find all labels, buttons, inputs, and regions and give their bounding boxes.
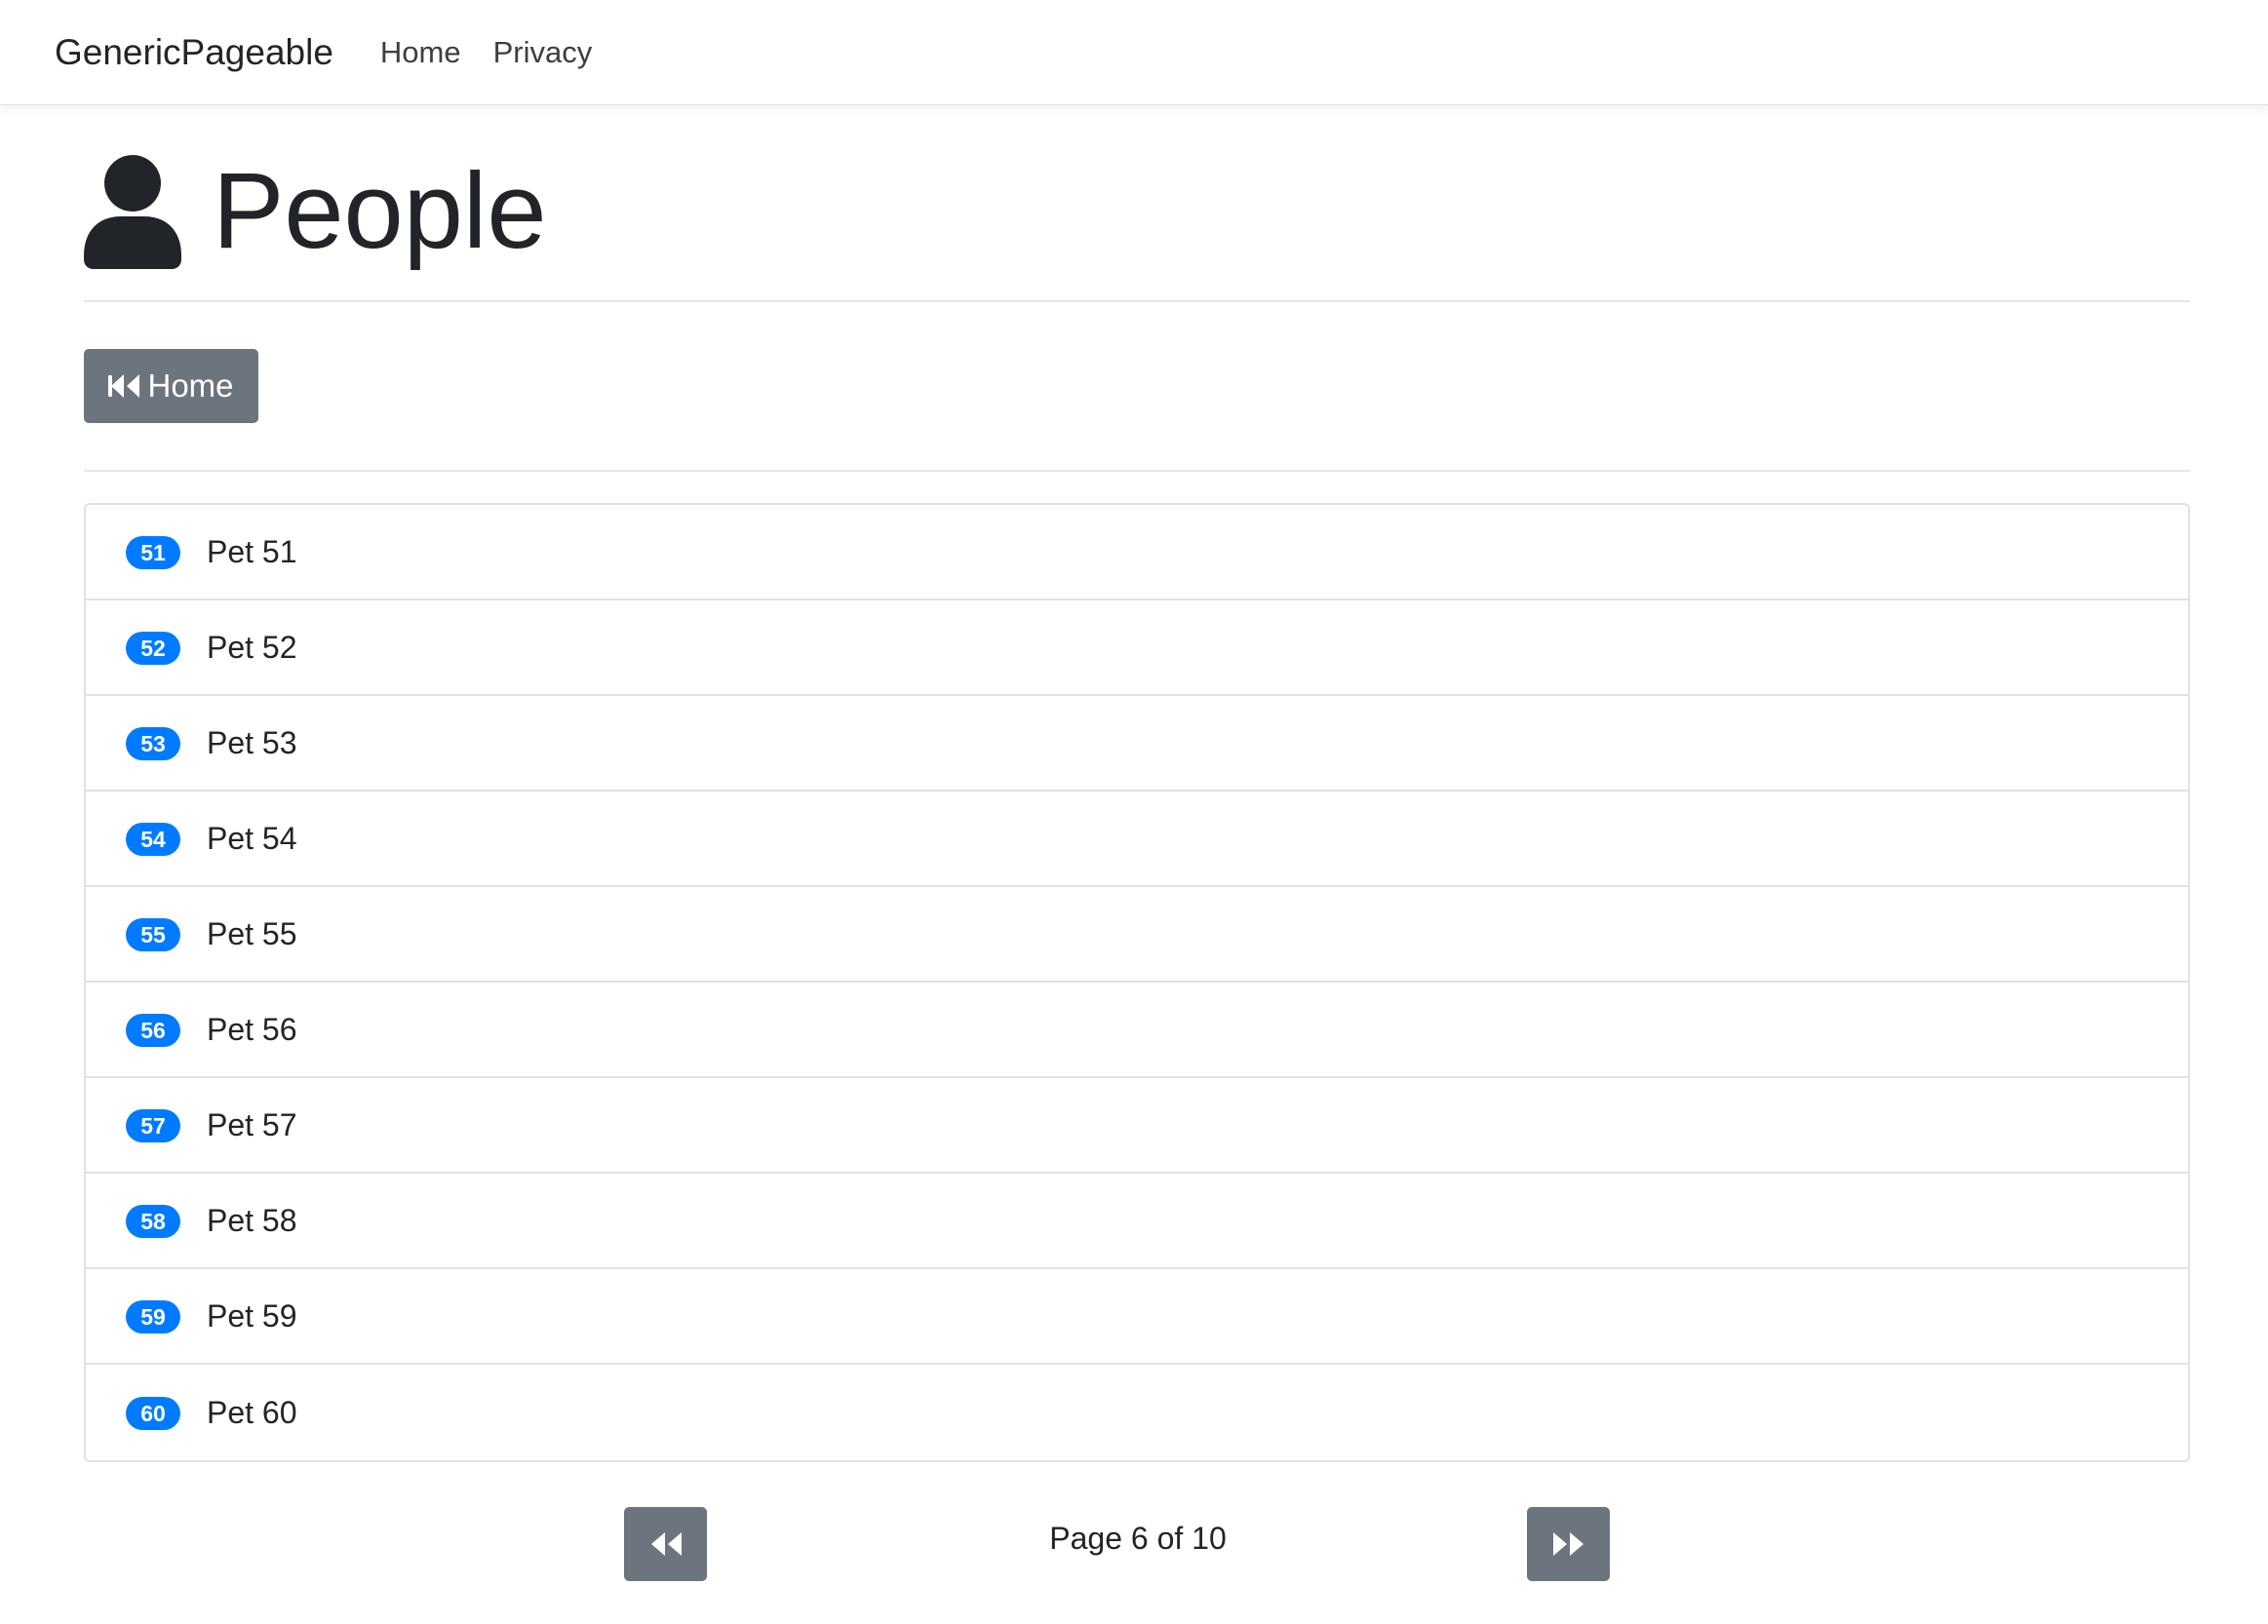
item-label: Pet 59 bbox=[207, 1297, 297, 1334]
list-item[interactable]: 53 Pet 53 bbox=[86, 696, 2188, 792]
pet-list: 51 Pet 51 52 Pet 52 53 Pet 53 54 Pet 54 … bbox=[84, 503, 2190, 1462]
page-title: People bbox=[213, 151, 547, 271]
id-badge: 55 bbox=[126, 918, 180, 951]
id-badge: 53 bbox=[126, 727, 180, 760]
backward-icon bbox=[650, 1532, 682, 1556]
user-icon bbox=[84, 155, 181, 269]
page-header: People bbox=[84, 148, 547, 275]
backward-icon bbox=[108, 374, 140, 398]
forward-icon bbox=[1552, 1532, 1584, 1556]
id-badge: 59 bbox=[126, 1300, 180, 1334]
item-label: Pet 54 bbox=[207, 820, 297, 856]
item-label: Pet 60 bbox=[207, 1394, 297, 1430]
list-item[interactable]: 54 Pet 54 bbox=[86, 792, 2188, 887]
id-badge: 51 bbox=[126, 536, 180, 569]
id-badge: 60 bbox=[126, 1397, 180, 1430]
item-label: Pet 52 bbox=[207, 629, 297, 665]
home-button[interactable]: Home bbox=[84, 349, 258, 423]
id-badge: 57 bbox=[126, 1109, 180, 1142]
next-page-button[interactable] bbox=[1527, 1507, 1610, 1581]
home-button-label: Home bbox=[147, 367, 234, 404]
list-item[interactable]: 51 Pet 51 bbox=[86, 505, 2188, 600]
id-badge: 58 bbox=[126, 1205, 180, 1238]
id-badge: 56 bbox=[126, 1014, 180, 1047]
page-indicator: Page 6 of 10 bbox=[1049, 1521, 1227, 1556]
list-item[interactable]: 56 Pet 56 bbox=[86, 983, 2188, 1078]
item-label: Pet 51 bbox=[207, 533, 297, 569]
nav-link-privacy[interactable]: Privacy bbox=[493, 35, 593, 70]
item-label: Pet 58 bbox=[207, 1202, 297, 1238]
list-item[interactable]: 58 Pet 58 bbox=[86, 1174, 2188, 1269]
list-item[interactable]: 60 Pet 60 bbox=[86, 1365, 2188, 1460]
nav-link-home[interactable]: Home bbox=[380, 35, 461, 70]
list-item[interactable]: 55 Pet 55 bbox=[86, 887, 2188, 983]
id-badge: 54 bbox=[126, 823, 180, 856]
divider-top bbox=[84, 300, 2190, 302]
item-label: Pet 55 bbox=[207, 915, 297, 951]
list-item[interactable]: 59 Pet 59 bbox=[86, 1269, 2188, 1365]
list-item[interactable]: 57 Pet 57 bbox=[86, 1078, 2188, 1174]
list-item[interactable]: 52 Pet 52 bbox=[86, 600, 2188, 696]
item-label: Pet 53 bbox=[207, 724, 297, 760]
item-label: Pet 57 bbox=[207, 1106, 297, 1142]
brand-link[interactable]: GenericPageable bbox=[55, 32, 333, 73]
navbar: GenericPageable Home Privacy bbox=[0, 0, 2268, 105]
item-label: Pet 56 bbox=[207, 1011, 297, 1047]
previous-page-button[interactable] bbox=[624, 1507, 707, 1581]
id-badge: 52 bbox=[126, 632, 180, 665]
divider-list bbox=[84, 470, 2190, 472]
